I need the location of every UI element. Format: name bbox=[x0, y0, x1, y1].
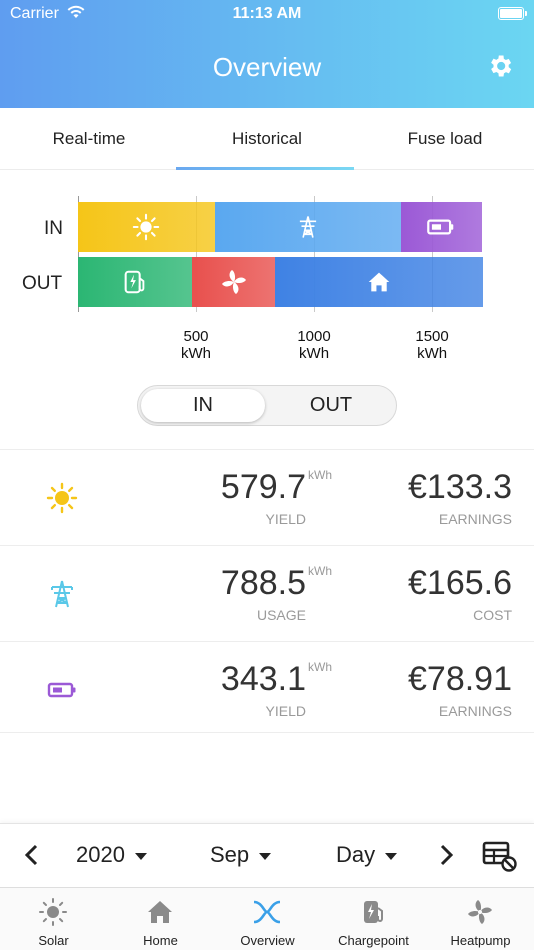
x-tick-value: 500 bbox=[183, 328, 209, 345]
battery-yield-label: YIELD bbox=[265, 703, 306, 719]
stat-card-grid[interactable]: 788.5 kWh USAGE €165.6 COST bbox=[0, 545, 534, 637]
power-tower-icon bbox=[51, 580, 73, 608]
stat-card-battery[interactable]: 343.1 kWh YIELD €78.91 EARNINGS bbox=[0, 641, 534, 733]
tabbar-item-solar[interactable]: Solar bbox=[0, 888, 107, 951]
caret-down-icon bbox=[385, 852, 398, 860]
table-view-icon[interactable] bbox=[482, 840, 518, 872]
gear-icon[interactable] bbox=[486, 52, 514, 80]
battery-status-icon bbox=[498, 7, 527, 20]
battery-icon bbox=[47, 682, 76, 698]
cost-value: €165.6 bbox=[408, 564, 512, 602]
battery-yield-value: 343.1 bbox=[220, 660, 306, 698]
usage-value: 788.5 bbox=[220, 564, 306, 602]
tab-real-time[interactable]: Real-time bbox=[0, 108, 178, 170]
chart-bar-segment bbox=[400, 202, 482, 252]
battery-earnings-value: €78.91 bbox=[408, 660, 512, 698]
yield-value: 579.7 bbox=[220, 468, 306, 506]
power-tower-icon bbox=[295, 212, 321, 242]
caret-down-icon bbox=[259, 852, 272, 860]
tab-historical[interactable]: Historical bbox=[178, 108, 356, 170]
chart-bar-segment bbox=[78, 202, 215, 252]
next-period-button[interactable] bbox=[438, 843, 456, 874]
chevron-right-icon bbox=[440, 844, 454, 866]
header: Carrier 11:13 AM Overview bbox=[0, 0, 534, 108]
tabbar-label-chargepoint: Chargepoint bbox=[338, 933, 409, 948]
tabbar-label-home: Home bbox=[143, 933, 178, 948]
toggle-in-option[interactable]: IN bbox=[141, 389, 265, 422]
chart-row-label-out: OUT bbox=[22, 273, 63, 294]
period-selector: 2020 Sep Day bbox=[0, 823, 534, 887]
chart-row-label-in: IN bbox=[44, 218, 63, 239]
view-tabs: Real-time Historical Fuse load bbox=[0, 108, 534, 170]
x-tick-value: 1000 bbox=[297, 328, 331, 345]
cost-label: COST bbox=[473, 607, 512, 623]
month-value: Sep bbox=[210, 842, 250, 867]
x-tick-label: 1500 kWh bbox=[402, 328, 462, 362]
sun-icon bbox=[39, 898, 67, 926]
tabbar-item-chargepoint[interactable]: Chargepoint bbox=[320, 888, 427, 951]
status-bar: Carrier 11:13 AM bbox=[0, 4, 534, 24]
sun-icon bbox=[46, 482, 78, 514]
x-tick-value: 1500 bbox=[415, 328, 449, 345]
unit-label: kWh bbox=[308, 660, 332, 674]
earnings-value: €133.3 bbox=[408, 468, 512, 506]
earnings-label: EARNINGS bbox=[438, 511, 512, 527]
usage-label: USAGE bbox=[256, 607, 306, 623]
tabbar-item-overview[interactable]: Overview bbox=[214, 888, 321, 951]
granularity-value: Day bbox=[336, 842, 376, 867]
bottom-tabbar: Solar Home Overview Chargepoint Heatpump bbox=[0, 887, 534, 950]
in-out-toggle[interactable]: IN OUT bbox=[137, 385, 397, 426]
x-tick-unit: kWh bbox=[181, 345, 212, 362]
previous-period-button[interactable] bbox=[22, 843, 40, 874]
charging-station-icon bbox=[121, 267, 149, 297]
chart-bar-segment bbox=[275, 257, 483, 307]
caret-down-icon bbox=[134, 852, 147, 860]
tabbar-label-overview: Overview bbox=[240, 933, 295, 948]
battery-earnings-label: EARNINGS bbox=[438, 703, 512, 719]
charging-station-icon bbox=[364, 901, 383, 923]
yield-label: YIELD bbox=[265, 511, 306, 527]
home-icon bbox=[148, 901, 172, 923]
sun-icon bbox=[131, 212, 161, 242]
chevron-left-icon bbox=[24, 844, 38, 866]
toggle-out-option[interactable]: OUT bbox=[268, 389, 394, 422]
year-value: 2020 bbox=[76, 842, 125, 867]
unit-label: kWh bbox=[308, 564, 332, 578]
chart-bar-segment bbox=[78, 257, 193, 307]
energy-chart: IN OUT 500 kWh 1000 kWh 1500 kWh bbox=[0, 178, 534, 378]
tabbar-item-heatpump[interactable]: Heatpump bbox=[427, 888, 534, 951]
x-tick-unit: kWh bbox=[417, 345, 448, 362]
battery-icon bbox=[426, 217, 456, 237]
fan-icon bbox=[219, 267, 249, 297]
x-tick-unit: kWh bbox=[299, 345, 330, 362]
active-tab-indicator bbox=[176, 167, 354, 170]
tab-fuse-load[interactable]: Fuse load bbox=[356, 108, 534, 170]
status-time: 11:13 AM bbox=[232, 5, 302, 22]
fan-icon bbox=[468, 900, 492, 924]
x-tick-label: 500 kWh bbox=[166, 328, 226, 362]
chart-bar-segment bbox=[214, 202, 401, 252]
chart-bar-segment bbox=[192, 257, 276, 307]
month-dropdown[interactable]: Sep bbox=[210, 842, 272, 868]
unit-label: kWh bbox=[308, 468, 332, 482]
stat-card-solar[interactable]: 579.7 kWh YIELD €133.3 EARNINGS bbox=[0, 449, 534, 541]
home-icon bbox=[366, 270, 392, 294]
tabbar-label-solar: Solar bbox=[38, 933, 69, 948]
tabbar-item-home[interactable]: Home bbox=[107, 888, 214, 951]
year-dropdown[interactable]: 2020 bbox=[76, 842, 147, 868]
granularity-dropdown[interactable]: Day bbox=[336, 842, 398, 868]
overview-icon bbox=[253, 900, 281, 924]
page-title: Overview bbox=[212, 52, 322, 82]
x-tick-label: 1000 kWh bbox=[284, 328, 344, 362]
tabbar-label-heatpump: Heatpump bbox=[450, 933, 511, 948]
